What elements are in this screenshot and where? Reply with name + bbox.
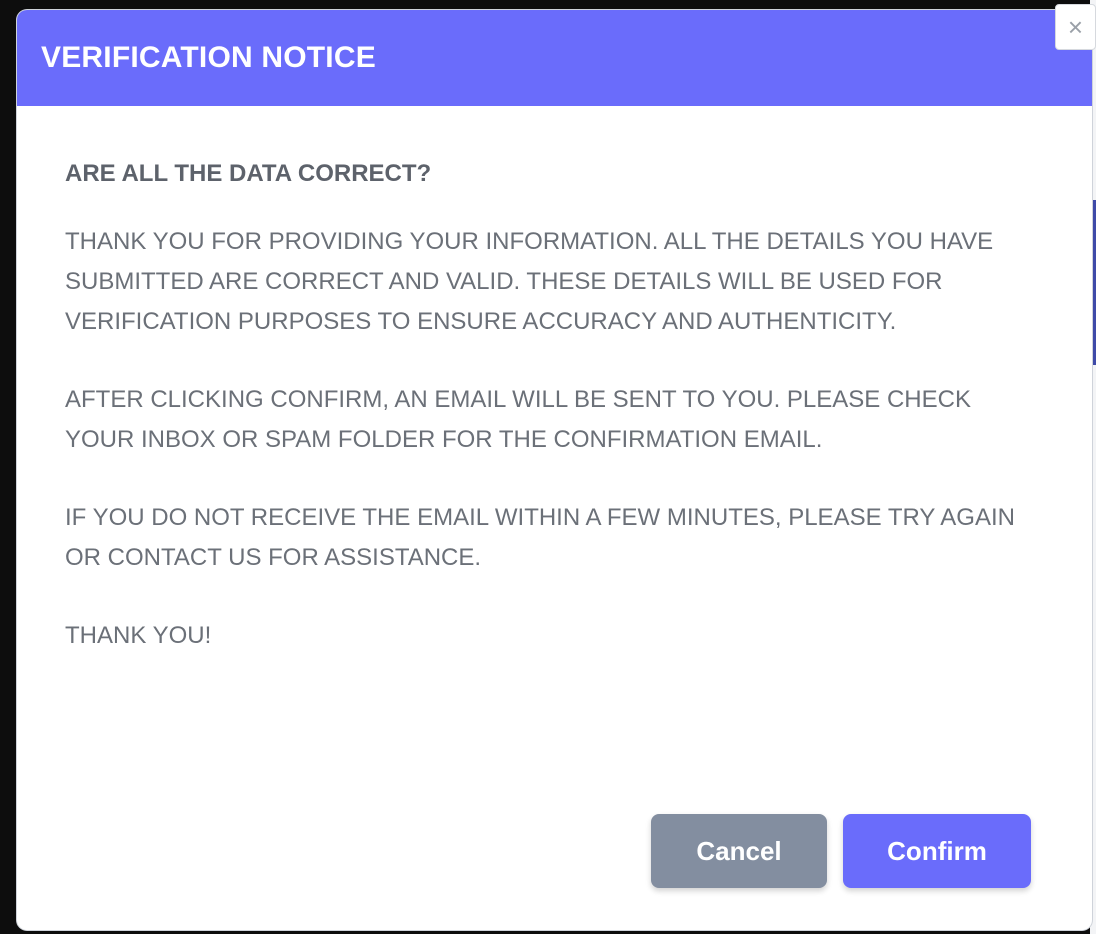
confirm-button[interactable]: Confirm: [843, 814, 1031, 888]
modal-paragraph-email: AFTER CLICKING CONFIRM, AN EMAIL WILL BE…: [65, 386, 971, 453]
close-icon: ×: [1067, 12, 1084, 42]
modal-paragraph-retry: IF YOU DO NOT RECEIVE THE EMAIL WITHIN A…: [65, 504, 1015, 571]
verification-modal: VERIFICATION NOTICE ARE ALL THE DATA COR…: [17, 10, 1092, 930]
close-button[interactable]: ×: [1055, 4, 1096, 50]
modal-title: VERIFICATION NOTICE: [41, 41, 376, 74]
modal-paragraph-details: THANK YOU FOR PROVIDING YOUR INFORMATION…: [65, 228, 994, 335]
modal-header: VERIFICATION NOTICE: [17, 10, 1092, 106]
modal-actions: Cancel Confirm: [651, 814, 1031, 888]
screen: VERIFICATION NOTICE ARE ALL THE DATA COR…: [0, 0, 1096, 934]
modal-paragraph-thanks: THANK YOU!: [65, 622, 212, 649]
cancel-button[interactable]: Cancel: [651, 814, 827, 888]
modal-body: ARE ALL THE DATA CORRECT? THANK YOU FOR …: [17, 106, 1092, 656]
modal-question: ARE ALL THE DATA CORRECT?: [65, 160, 432, 187]
